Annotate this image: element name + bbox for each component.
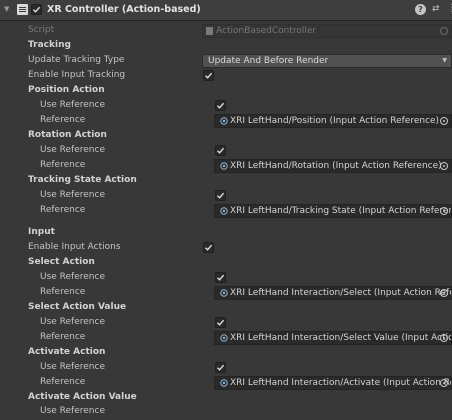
object-picker-icon[interactable] [440, 162, 448, 170]
property-label: Use Reference [40, 362, 105, 372]
property-row-tracking-section-label: Tracking [0, 39, 452, 54]
property-row-script-row-label: Script ActionBasedController [0, 24, 452, 39]
property-label: Update Tracking Type [28, 55, 125, 65]
property-label: Reference [40, 377, 86, 387]
script-file-icon [206, 27, 213, 35]
property-label: Tracking [28, 40, 71, 50]
property-label: Use Reference [40, 145, 105, 155]
object-picker-icon[interactable] [440, 289, 448, 297]
property-row-input-section-label: Input [0, 226, 452, 241]
property-label: Position Action [28, 85, 105, 95]
property-label: Reference [40, 160, 86, 170]
property-row-input-activate-action-label: Activate Action [0, 346, 452, 361]
reference-value: XRI LeftHand/Rotation (Input Action Refe… [230, 161, 442, 171]
preset-icon[interactable]: ⇄ [432, 4, 440, 14]
property-label: Reference [40, 115, 86, 125]
input-action-asset-icon [220, 379, 228, 387]
object-picker-icon[interactable] [440, 117, 448, 125]
input-action-asset-icon [220, 117, 228, 125]
input-action-asset-icon [220, 334, 228, 342]
property-label: Use Reference [40, 100, 105, 110]
property-label: Activate Action Value [28, 392, 137, 402]
checkbox-tracking-enable-input-tracking[interactable] [203, 70, 214, 81]
checkbox-tracking-position-action-use-reference[interactable] [215, 100, 226, 111]
property-label: Enable Input Actions [28, 242, 121, 252]
input-action-asset-icon [220, 289, 228, 297]
property-row-input-select-action-label: Select Action [0, 256, 452, 271]
object-picker-icon[interactable] [440, 334, 448, 342]
property-label: Use Reference [40, 317, 105, 327]
property-row-tracking-tracking-state-action-label: Tracking State Action [0, 174, 452, 189]
input-action-reference-field[interactable]: XRI LeftHand/Tracking State (Input Actio… [214, 204, 452, 218]
property-label: Use Reference [40, 272, 105, 282]
chevron-down-icon: ▼ [442, 57, 447, 64]
property-row-input-select-action-value-use-reference-label: Use Reference [0, 316, 452, 331]
input-action-reference-field[interactable]: XRI LeftHand Interaction/Select (Input A… [214, 286, 452, 300]
property-label: Input [28, 227, 55, 237]
property-row-input-activate-action-value-use-reference-label: Use Reference [0, 405, 452, 420]
property-label: Use Reference [40, 406, 105, 416]
property-row-tracking-update-type-label: Update Tracking Type Update And Before Re… [0, 54, 452, 69]
property-label: Reference [40, 332, 86, 342]
dropdown-value: Update And Before Render [208, 56, 329, 66]
property-label: Use Reference [40, 190, 105, 200]
checkbox-input-select-action-value-use-reference[interactable] [215, 317, 226, 328]
foldout-arrow-icon[interactable]: ▼ [4, 5, 9, 13]
help-icon[interactable]: ? [415, 4, 426, 15]
property-row-input-activate-action-use-reference-label: Use Reference [0, 361, 452, 376]
object-picker-icon[interactable] [440, 207, 448, 215]
property-label: Tracking State Action [28, 175, 137, 185]
checkbox-input-activate-action-use-reference[interactable] [215, 362, 226, 373]
object-picker-icon[interactable] [440, 379, 448, 387]
property-row-tracking-position-action-reference-label: Reference XRI LeftHand/Position (Input Ac… [0, 114, 452, 129]
property-row-tracking-position-action-use-reference-label: Use Reference [0, 99, 452, 114]
input-action-reference-field[interactable]: XRI LeftHand/Position (Input Action Refe… [214, 114, 452, 128]
property-row-input-select-action-value-label: Select Action Value [0, 301, 452, 316]
property-row-tracking-tracking-state-action-use-reference-label: Use Reference [0, 189, 452, 204]
input-action-reference-field[interactable]: XRI LeftHand/Rotation (Input Action Refe… [214, 159, 452, 173]
property-row-tracking-position-action-label: Position Action [0, 84, 452, 99]
property-row-input-select-action-use-reference-label: Use Reference [0, 271, 452, 286]
input-action-reference-field[interactable]: XRI LeftHand Interaction/Select Value (I… [214, 331, 452, 345]
reference-value: XRI LeftHand Interaction/Select (Input A… [230, 288, 452, 298]
property-row-input-select-action-value-reference-label: Reference XRI LeftHand Interaction/Select… [0, 331, 452, 346]
script-component-icon [17, 4, 28, 15]
reference-value: XRI LeftHand/Position (Input Action Refe… [230, 116, 440, 126]
property-row-input-select-action-reference-label: Reference XRI LeftHand Interaction/Select… [0, 286, 452, 301]
property-row-tracking-rotation-action-use-reference-label: Use Reference [0, 144, 452, 159]
property-row-input-activate-action-value-label: Activate Action Value [0, 391, 452, 406]
reference-value: XRI LeftHand/Tracking State (Input Actio… [230, 206, 452, 216]
property-row-tracking-rotation-action-label: Rotation Action [0, 129, 452, 144]
property-row-input-enable-input-actions-label: Enable Input Actions [0, 241, 452, 256]
property-label: Enable Input Tracking [28, 70, 126, 80]
property-label: Select Action Value [28, 302, 127, 312]
checkbox-input-select-action-use-reference[interactable] [215, 272, 226, 283]
component-enabled-checkbox[interactable] [31, 4, 42, 15]
input-action-asset-icon [220, 162, 228, 170]
property-row-tracking-enable-input-tracking-label: Enable Input Tracking [0, 69, 452, 84]
script-field: ActionBasedController [202, 24, 452, 38]
property-label: Script [28, 25, 55, 35]
checkbox-input-enable-input-actions[interactable] [203, 242, 214, 253]
input-action-reference-field[interactable]: XRI LeftHand Interaction/Activate (Input… [214, 376, 452, 390]
checkbox-tracking-tracking-state-action-use-reference[interactable] [215, 190, 226, 201]
update-tracking-type-dropdown[interactable]: Update And Before Render ▼ [202, 54, 452, 68]
property-row-input-activate-action-reference-label: Reference XRI LeftHand Interaction/Activa… [0, 376, 452, 391]
property-label: Select Action [28, 257, 95, 267]
property-label: Activate Action [28, 347, 106, 357]
object-picker-icon [440, 27, 448, 35]
property-label: Rotation Action [28, 130, 107, 140]
kebab-menu-icon[interactable]: ⋮ [447, 3, 452, 14]
input-action-asset-icon [220, 207, 228, 215]
checkbox-tracking-rotation-action-use-reference[interactable] [215, 145, 226, 156]
component-header[interactable]: ▼ XR Controller (Action-based) ? ⇄ ⋮ [0, 0, 452, 21]
reference-value: XRI LeftHand Interaction/Activate (Input… [230, 378, 452, 388]
property-row-tracking-rotation-action-reference-label: Reference XRI LeftHand/Rotation (Input Ac… [0, 159, 452, 174]
component-title: XR Controller (Action-based) [47, 4, 201, 15]
property-row-tracking-tracking-state-action-reference-label: Reference XRI LeftHand/Tracking State (In… [0, 204, 452, 219]
reference-value: XRI LeftHand Interaction/Select Value (I… [230, 333, 452, 343]
property-label: Reference [40, 205, 86, 215]
script-field-value: ActionBasedController [216, 26, 317, 36]
property-label: Reference [40, 287, 86, 297]
